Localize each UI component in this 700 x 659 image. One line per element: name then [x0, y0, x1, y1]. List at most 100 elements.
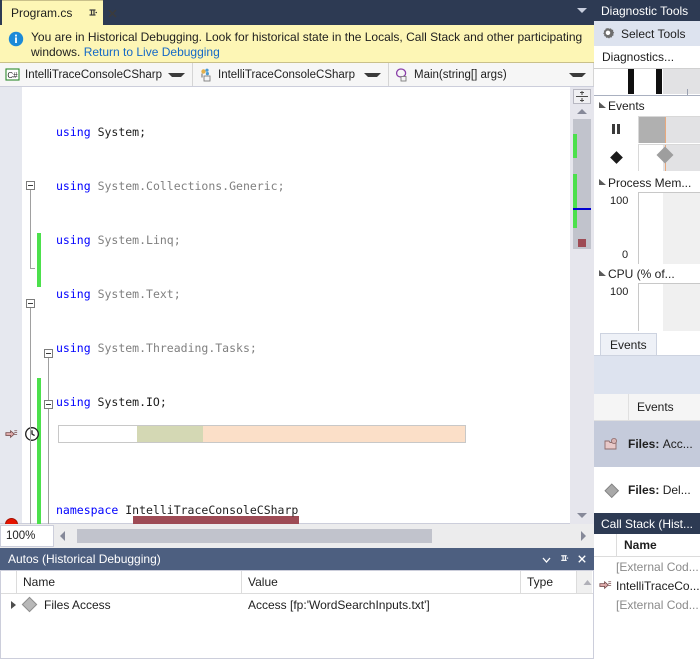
- member-dropdown[interactable]: Main(string[] args): [389, 63, 594, 86]
- list-item[interactable]: Files: Acc...: [594, 421, 700, 467]
- csharp-project-icon: C#: [5, 67, 20, 82]
- column-header-name[interactable]: Name: [17, 571, 242, 593]
- call-stack-grid[interactable]: Name [External Cod... IntelliTraceCo... …: [594, 534, 700, 614]
- event-label: Files: Del...: [628, 483, 691, 497]
- scroll-up-arrow[interactable]: [577, 109, 587, 114]
- outlining-line: [30, 268, 35, 269]
- code-line: using System.Collections.Generic;: [56, 179, 285, 193]
- type-dropdown[interactable]: IntelliTraceConsoleCSharp: [193, 63, 389, 86]
- svg-text:C#: C#: [7, 71, 18, 80]
- code-line: using System.Linq;: [56, 233, 181, 247]
- code-editor[interactable]: using System; using System.Collections.G…: [0, 87, 594, 586]
- hscroll-track[interactable]: [71, 529, 575, 543]
- info-icon: [8, 31, 24, 47]
- split-view-button[interactable]: [573, 89, 591, 104]
- clock-icon[interactable]: [24, 426, 40, 445]
- chevron-down-icon[interactable]: [538, 551, 554, 567]
- list-item[interactable]: Files: Del...: [594, 467, 700, 513]
- events-track: [638, 143, 700, 171]
- autos-title-bar: Autos (Historical Debugging): [0, 548, 594, 570]
- scrollbar-breakpoint-marker: [578, 239, 586, 247]
- editor-vertical-scrollbar[interactable]: [570, 87, 594, 524]
- event-label: Files: Acc...: [628, 437, 693, 451]
- editor-indicator-margin[interactable]: [0, 87, 22, 523]
- call-stack-row[interactable]: [External Cod...: [594, 595, 700, 614]
- collapse-triangle-icon[interactable]: [597, 269, 608, 278]
- return-to-live-debugging-link[interactable]: Return to Live Debugging: [84, 45, 220, 59]
- outlining-collapse-usings[interactable]: [26, 181, 35, 190]
- hscroll-thumb[interactable]: [77, 529, 432, 543]
- call-stack-frame-label: [External Cod...: [616, 559, 699, 574]
- chevron-down-icon[interactable]: [168, 72, 185, 77]
- close-icon[interactable]: [106, 7, 119, 20]
- autos-window: Autos (Historical Debugging) Name Value …: [0, 548, 594, 659]
- scroll-down-arrow[interactable]: [577, 513, 587, 518]
- close-icon[interactable]: [574, 551, 590, 567]
- scrollbar-caret-marker: [573, 208, 591, 210]
- editor-horizontal-scrollbar[interactable]: [54, 525, 594, 547]
- collapse-triangle-icon[interactable]: [597, 178, 608, 187]
- expand-arrow-icon[interactable]: [11, 600, 16, 609]
- diamond-icon: [594, 150, 638, 165]
- column-header-value[interactable]: Value: [242, 571, 521, 593]
- table-row[interactable]: Files Access Access [fp:'WordSearchInput…: [1, 594, 593, 615]
- project-dropdown[interactable]: C# IntelliTraceConsoleCSharp: [0, 63, 193, 86]
- column-header-events[interactable]: Events: [629, 400, 674, 414]
- plot-future-region: [663, 284, 700, 331]
- autos-grid[interactable]: Name Value Type Files Access Access [fp:…: [0, 570, 594, 659]
- plot-future-region: [663, 193, 700, 264]
- diagnostics-timeline[interactable]: [594, 69, 700, 96]
- autos-grid-header: Name Value Type: [1, 571, 593, 594]
- scroll-up-arrow[interactable]: [577, 571, 592, 593]
- document-tab-program-cs[interactable]: Program.cs: [2, 0, 117, 25]
- tab-events[interactable]: Events: [600, 333, 657, 355]
- infobar-text: You are in Historical Debugging. Look fo…: [31, 30, 586, 62]
- section-header-events[interactable]: Events: [594, 96, 700, 115]
- scroll-left-arrow[interactable]: [60, 531, 65, 541]
- method-icon: [394, 67, 409, 82]
- code-text[interactable]: using System; using System.Collections.G…: [44, 87, 570, 523]
- diagnostics-session-label: Diagnostics...: [594, 46, 700, 69]
- section-header-process-memory[interactable]: Process Mem...: [594, 173, 700, 192]
- zoom-level-control[interactable]: 100%: [0, 525, 54, 547]
- pin-icon[interactable]: [86, 7, 99, 20]
- autos-title-label: Autos (Historical Debugging): [8, 552, 161, 566]
- call-stack-row[interactable]: [External Cod...: [594, 557, 700, 576]
- historical-pointer-icon[interactable]: [4, 427, 19, 445]
- scroll-right-arrow[interactable]: [581, 531, 586, 541]
- outlining-collapse-namespace[interactable]: [26, 299, 35, 308]
- call-stack-frame-label: [External Cod...: [616, 597, 699, 612]
- section-header-cpu[interactable]: CPU (% of...: [594, 264, 700, 283]
- timeline-future-region: [663, 69, 700, 94]
- code-line-1: System;: [97, 125, 147, 139]
- cpu-axis-max: 100: [610, 286, 629, 298]
- chevron-down-icon[interactable]: [577, 8, 587, 13]
- pin-icon[interactable]: [556, 551, 572, 567]
- collapse-triangle-icon[interactable]: [597, 101, 608, 110]
- autos-row-name-cell[interactable]: Files Access: [1, 594, 242, 615]
- column-header-name[interactable]: Name: [617, 538, 657, 552]
- cpu-graph[interactable]: 100: [594, 283, 700, 331]
- column-header-type[interactable]: Type: [521, 571, 577, 593]
- chevron-down-icon[interactable]: [569, 72, 586, 77]
- memory-axis-max: 100: [610, 195, 629, 207]
- scrollbar-change-marker: [573, 174, 577, 228]
- events-filter-bar[interactable]: [594, 356, 700, 394]
- diamond-icon: [21, 596, 38, 613]
- class-icon: [198, 67, 213, 82]
- change-bar: [37, 233, 41, 287]
- historical-debugging-infobar: You are in Historical Debugging. Look fo…: [0, 25, 594, 63]
- timeline-event-bar: [656, 69, 662, 94]
- diamond-icon: [594, 482, 628, 499]
- call-stack-row-current[interactable]: IntelliTraceCo...: [594, 576, 700, 595]
- memory-plot-area: [638, 192, 700, 264]
- visual-studio-window: Program.cs You are in Historical Debuggi…: [0, 0, 700, 659]
- autos-row-value: Access [fp:'WordSearchInputs.txt']: [248, 597, 430, 612]
- select-tools-button[interactable]: Select Tools: [594, 21, 700, 46]
- chevron-down-icon[interactable]: [364, 72, 381, 77]
- zoom-level-label: 100%: [6, 530, 36, 542]
- process-memory-graph[interactable]: 100 0: [594, 192, 700, 264]
- track-filled-region: [639, 116, 665, 143]
- diagnostics-tab-strip: Events: [594, 331, 700, 356]
